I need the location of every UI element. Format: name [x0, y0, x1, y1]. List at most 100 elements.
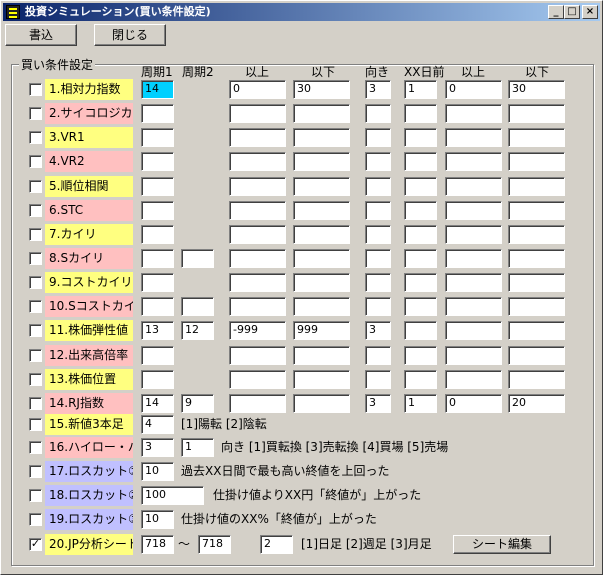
hilo-band-input-1[interactable]: 3 — [141, 438, 174, 457]
period1-input[interactable]: 13 — [141, 321, 174, 340]
xx-days-input[interactable] — [404, 201, 437, 220]
new-price-3-input[interactable]: 4 — [141, 415, 174, 434]
row-checkbox[interactable] — [29, 397, 42, 410]
min-input[interactable] — [229, 346, 286, 365]
row-checkbox[interactable] — [29, 107, 42, 120]
min2-input[interactable] — [445, 128, 502, 147]
direction-input[interactable] — [365, 128, 391, 147]
xx-days-input[interactable] — [404, 346, 437, 365]
row-checkbox[interactable] — [29, 204, 42, 217]
direction-input[interactable] — [365, 273, 391, 292]
max-input[interactable]: 999 — [293, 321, 350, 340]
direction-input[interactable] — [365, 177, 391, 196]
min-input[interactable] — [229, 394, 286, 413]
max2-input[interactable] — [508, 370, 565, 389]
period-input[interactable]: 2 — [260, 535, 293, 554]
row-checkbox[interactable] — [29, 513, 42, 526]
jp-sheet-to-input[interactable]: 718 — [198, 535, 231, 554]
period2-input[interactable]: 12 — [181, 321, 214, 340]
max-input[interactable] — [293, 273, 350, 292]
max2-input[interactable] — [508, 346, 565, 365]
max-input[interactable] — [293, 201, 350, 220]
min-input[interactable] — [229, 297, 286, 316]
xx-days-input[interactable] — [404, 177, 437, 196]
xx-days-input[interactable] — [404, 249, 437, 268]
min-input[interactable] — [229, 104, 286, 123]
row-checkbox[interactable] — [29, 373, 42, 386]
xx-days-input[interactable] — [404, 104, 437, 123]
sheet-edit-button[interactable]: シート編集 — [453, 535, 551, 554]
write-button[interactable]: 書込 — [5, 24, 77, 46]
row-checkbox[interactable] — [29, 441, 42, 454]
max2-input[interactable] — [508, 225, 565, 244]
max2-input[interactable]: 20 — [508, 394, 565, 413]
min2-input[interactable] — [445, 201, 502, 220]
losscut1-input[interactable]: 10 — [141, 462, 174, 481]
max-input[interactable] — [293, 297, 350, 316]
direction-input[interactable]: 3 — [365, 80, 391, 99]
direction-input[interactable]: 3 — [365, 321, 391, 340]
xx-days-input[interactable] — [404, 152, 437, 171]
min-input[interactable] — [229, 249, 286, 268]
xx-days-input[interactable]: 1 — [404, 394, 437, 413]
max-input[interactable] — [293, 152, 350, 171]
period1-input[interactable] — [141, 370, 174, 389]
row-checkbox[interactable] — [29, 465, 42, 478]
period1-input[interactable] — [141, 225, 174, 244]
max2-input[interactable] — [508, 177, 565, 196]
direction-input[interactable] — [365, 152, 391, 171]
xx-days-input[interactable]: 1 — [404, 80, 437, 99]
min2-input[interactable] — [445, 297, 502, 316]
direction-input[interactable] — [365, 225, 391, 244]
direction-input[interactable]: 3 — [365, 394, 391, 413]
period1-input[interactable] — [141, 346, 174, 365]
close-window-button[interactable]: × — [582, 5, 598, 19]
direction-input[interactable] — [365, 297, 391, 316]
min-input[interactable] — [229, 370, 286, 389]
max2-input[interactable] — [508, 321, 565, 340]
title-bar[interactable]: 投資シミュレーション(買い条件設定) _ □ × — [3, 3, 600, 21]
min-input[interactable] — [229, 273, 286, 292]
row-checkbox[interactable] — [29, 131, 42, 144]
period2-input[interactable] — [181, 249, 214, 268]
max-input[interactable] — [293, 370, 350, 389]
losscut2-input[interactable]: 100 — [141, 486, 204, 505]
max-input[interactable] — [293, 249, 350, 268]
direction-input[interactable] — [365, 346, 391, 365]
min2-input[interactable]: 0 — [445, 394, 502, 413]
max2-input[interactable]: 30 — [508, 80, 565, 99]
min-input[interactable] — [229, 225, 286, 244]
direction-input[interactable] — [365, 370, 391, 389]
min2-input[interactable] — [445, 104, 502, 123]
max-input[interactable] — [293, 346, 350, 365]
min-input[interactable]: 0 — [229, 80, 286, 99]
max2-input[interactable] — [508, 201, 565, 220]
period1-input[interactable] — [141, 249, 174, 268]
period2-input[interactable] — [181, 297, 214, 316]
max-input[interactable] — [293, 394, 350, 413]
losscut3-input[interactable]: 10 — [141, 510, 174, 529]
xx-days-input[interactable] — [404, 273, 437, 292]
row-checkbox[interactable] — [29, 252, 42, 265]
min2-input[interactable] — [445, 273, 502, 292]
min2-input[interactable]: 0 — [445, 80, 502, 99]
period1-input[interactable]: 14 — [141, 394, 174, 413]
min2-input[interactable] — [445, 177, 502, 196]
row-checkbox[interactable] — [29, 300, 42, 313]
hilo-band-input-2[interactable]: 1 — [181, 438, 214, 457]
max2-input[interactable] — [508, 297, 565, 316]
min-input[interactable] — [229, 177, 286, 196]
row-checkbox[interactable] — [29, 276, 42, 289]
min2-input[interactable] — [445, 346, 502, 365]
row-checkbox[interactable] — [29, 180, 42, 193]
minimize-button[interactable]: _ — [548, 5, 564, 19]
period2-input[interactable]: 9 — [181, 394, 214, 413]
maximize-button[interactable]: □ — [564, 5, 580, 19]
row-checkbox[interactable] — [29, 228, 42, 241]
min-input[interactable] — [229, 152, 286, 171]
min2-input[interactable] — [445, 321, 502, 340]
max-input[interactable] — [293, 128, 350, 147]
direction-input[interactable] — [365, 249, 391, 268]
max-input[interactable] — [293, 104, 350, 123]
row-checkbox[interactable] — [29, 83, 42, 96]
